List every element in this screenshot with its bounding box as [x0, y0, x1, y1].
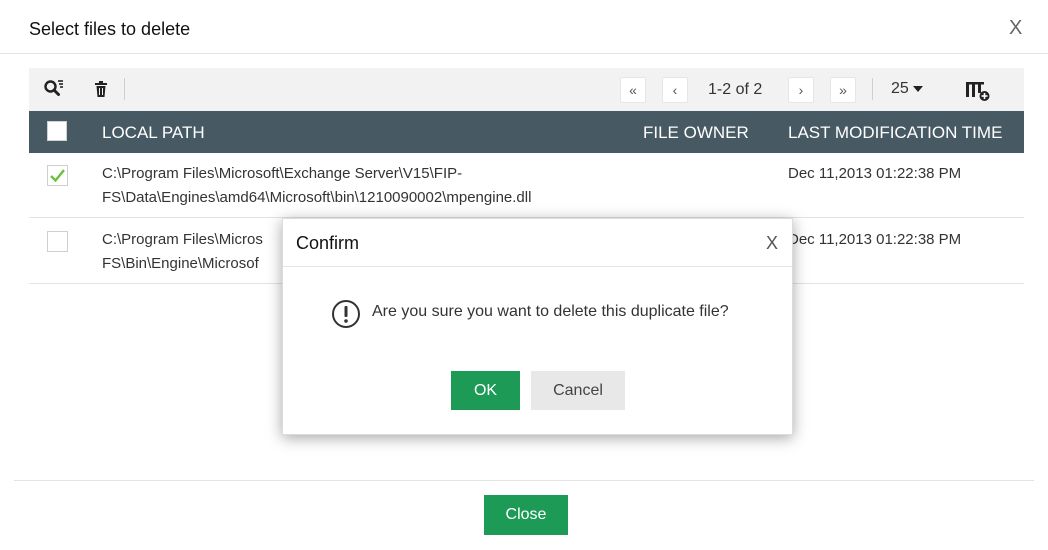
pagination-info: 1-2 of 2: [708, 81, 763, 98]
confirm-dialog-title: Confirm: [296, 233, 360, 253]
exclamation-circle-icon: [331, 299, 361, 334]
toolbar-separator: [124, 78, 125, 100]
row-checkbox[interactable]: [47, 165, 68, 186]
per-page-select[interactable]: 25: [891, 80, 923, 98]
confirm-message: Are you sure you want to delete this dup…: [372, 303, 729, 320]
first-page-button[interactable]: «: [620, 77, 646, 103]
column-header-last-modification-time[interactable]: LAST MODIFICATION TIME: [788, 123, 1002, 143]
confirm-dialog-header: Confirm X: [283, 219, 792, 267]
ok-button[interactable]: OK: [451, 371, 520, 410]
footer-divider: [14, 480, 1034, 481]
row-modified-time: Dec 11,2013 01:22:38 PM: [788, 231, 962, 248]
column-header-file-owner[interactable]: FILE OWNER: [643, 123, 749, 143]
last-page-button[interactable]: »: [830, 77, 856, 103]
row-modified-time: Dec 11,2013 01:22:38 PM: [788, 165, 962, 182]
row-local-path: C:\Program Files\Microsoft\Exchange Serv…: [102, 162, 622, 210]
prev-page-button[interactable]: ‹: [662, 77, 688, 103]
dialog-header: Select files to delete X: [0, 0, 1048, 54]
select-all-checkbox[interactable]: [47, 121, 67, 141]
trash-icon[interactable]: [94, 79, 108, 104]
row-checkbox[interactable]: [47, 231, 68, 252]
next-page-button[interactable]: ›: [788, 77, 814, 103]
close-button[interactable]: Close: [484, 495, 568, 535]
confirm-dialog: Confirm X Are you sure you want to delet…: [282, 218, 793, 435]
column-header-local-path[interactable]: LOCAL PATH: [102, 123, 205, 143]
dialog-title: Select files to delete: [29, 19, 191, 39]
toolbar: « ‹ 1-2 of 2 › » 25: [29, 68, 1024, 111]
checkmark-icon: [50, 169, 65, 183]
dialog-close-button[interactable]: X: [1009, 18, 1022, 38]
caret-down-icon: [912, 85, 923, 92]
search-filter-icon[interactable]: [43, 79, 65, 104]
column-settings-icon[interactable]: [965, 80, 991, 107]
cancel-button[interactable]: Cancel: [531, 371, 625, 410]
per-page-value: 25: [891, 80, 909, 97]
path-line: C:\Program Files\Microsoft\Exchange Serv…: [102, 165, 463, 182]
path-line: FS\Data\Engines\amd64\Microsoft\bin\1210…: [102, 189, 532, 206]
table-row[interactable]: C:\Program Files\Microsoft\Exchange Serv…: [29, 153, 1024, 218]
table-header: LOCAL PATH FILE OWNER LAST MODIFICATION …: [29, 111, 1024, 153]
confirm-close-button[interactable]: X: [766, 234, 778, 252]
toolbar-separator: [872, 78, 873, 100]
